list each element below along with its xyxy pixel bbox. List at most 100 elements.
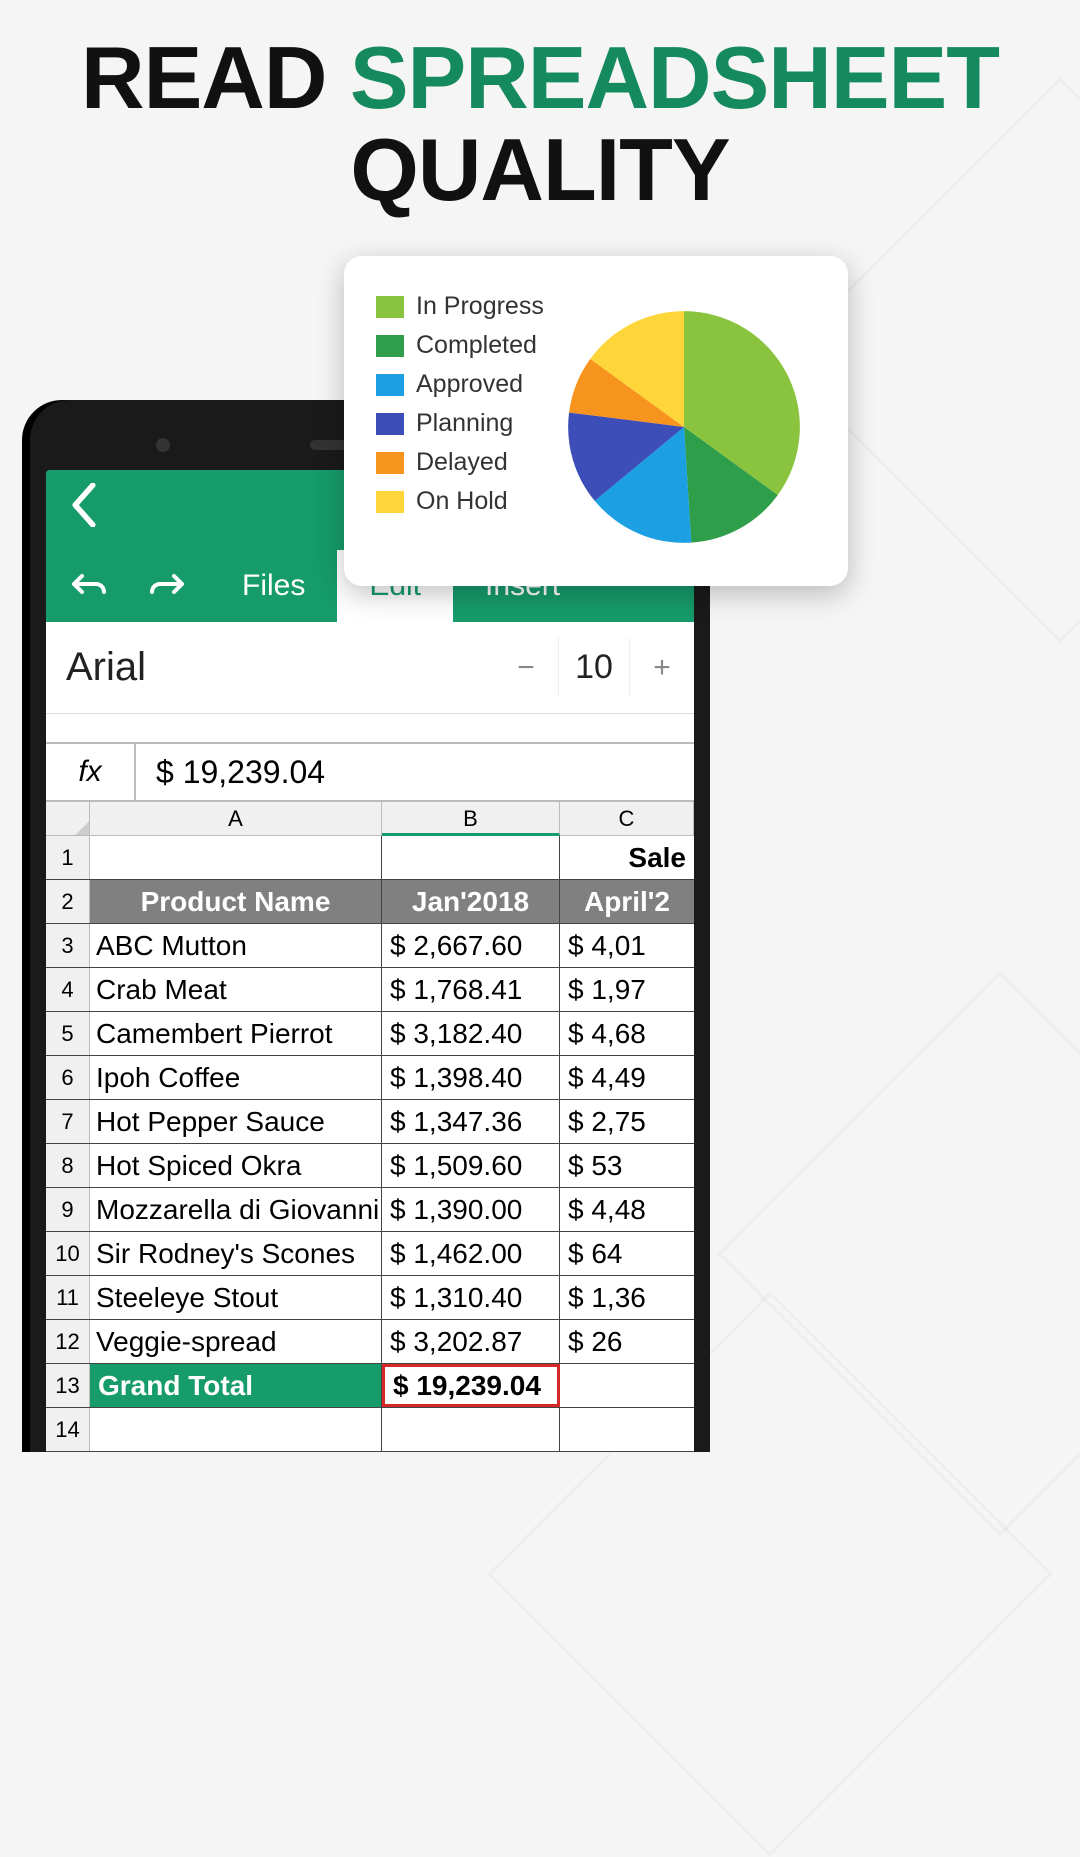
- font-size-decrease-button[interactable]: −: [494, 651, 558, 685]
- legend-label: Planning: [416, 409, 513, 438]
- row-header[interactable]: 12: [46, 1320, 90, 1363]
- row-header[interactable]: 14: [46, 1408, 90, 1451]
- cell[interactable]: Mozzarella di Giovanni: [90, 1188, 382, 1231]
- table-row[interactable]: 12Veggie-spread$ 3,202.87$ 26: [46, 1320, 694, 1364]
- table-row[interactable]: 11Steeleye Stout$ 1,310.40$ 1,36: [46, 1276, 694, 1320]
- legend-swatch-icon: [376, 335, 404, 357]
- cell[interactable]: $ 4,68: [560, 1012, 694, 1055]
- cell[interactable]: $ 2,667.60: [382, 924, 560, 967]
- cell[interactable]: Crab Meat: [90, 968, 382, 1011]
- table-row[interactable]: 14: [46, 1408, 694, 1452]
- formula-input[interactable]: $ 19,239.04: [136, 744, 694, 800]
- legend-label: In Progress: [416, 292, 544, 321]
- row-header[interactable]: 8: [46, 1144, 90, 1187]
- legend-label: Approved: [416, 370, 523, 399]
- table-row[interactable]: 6Ipoh Coffee$ 1,398.40$ 4,49: [46, 1056, 694, 1100]
- col-header-a[interactable]: A: [90, 802, 382, 835]
- font-size-increase-button[interactable]: +: [630, 651, 694, 685]
- row-header[interactable]: 5: [46, 1012, 90, 1055]
- row-header[interactable]: 7: [46, 1100, 90, 1143]
- cell[interactable]: $ 19,239.04: [382, 1364, 560, 1407]
- cell[interactable]: $ 26: [560, 1320, 694, 1363]
- select-all-corner[interactable]: [46, 802, 90, 835]
- legend-label: Completed: [416, 331, 537, 360]
- cell[interactable]: $ 1,347.36: [382, 1100, 560, 1143]
- cell[interactable]: $ 3,182.40: [382, 1012, 560, 1055]
- col-header-b[interactable]: B: [382, 802, 560, 836]
- cell[interactable]: Camembert Pierrot: [90, 1012, 382, 1055]
- cell[interactable]: $ 64: [560, 1232, 694, 1275]
- cell[interactable]: $ 1,97: [560, 968, 694, 1011]
- cell[interactable]: $ 4,48: [560, 1188, 694, 1231]
- cell[interactable]: [560, 1364, 694, 1407]
- cell[interactable]: $ 1,390.00: [382, 1188, 560, 1231]
- cell[interactable]: Veggie-spread: [90, 1320, 382, 1363]
- headline-word3: QUALITY: [350, 120, 729, 219]
- cell[interactable]: $ 1,768.41: [382, 968, 560, 1011]
- font-size-value[interactable]: 10: [558, 638, 630, 697]
- cell[interactable]: $ 1,398.40: [382, 1056, 560, 1099]
- row-header[interactable]: 11: [46, 1276, 90, 1319]
- col-header-c[interactable]: C: [560, 802, 694, 835]
- row-header[interactable]: 3: [46, 924, 90, 967]
- cell[interactable]: $ 53: [560, 1144, 694, 1187]
- legend-swatch-icon: [376, 296, 404, 318]
- cell[interactable]: $ 1,310.40: [382, 1276, 560, 1319]
- cell[interactable]: $ 2,75: [560, 1100, 694, 1143]
- cell[interactable]: April'2: [560, 880, 694, 923]
- legend-item: In Progress: [376, 292, 544, 321]
- cell[interactable]: Sir Rodney's Scones: [90, 1232, 382, 1275]
- row-header[interactable]: 10: [46, 1232, 90, 1275]
- table-row[interactable]: 9Mozzarella di Giovanni$ 1,390.00$ 4,48: [46, 1188, 694, 1232]
- font-name-select[interactable]: Arial: [46, 645, 494, 690]
- cell[interactable]: Ipoh Coffee: [90, 1056, 382, 1099]
- cell[interactable]: ABC Mutton: [90, 924, 382, 967]
- cell[interactable]: Jan'2018: [382, 880, 560, 923]
- cell[interactable]: $ 1,509.60: [382, 1144, 560, 1187]
- row-header[interactable]: 4: [46, 968, 90, 1011]
- row-header[interactable]: 1: [46, 836, 90, 879]
- legend-item: On Hold: [376, 487, 544, 516]
- table-row[interactable]: 8 Hot Spiced Okra$ 1,509.60$ 53: [46, 1144, 694, 1188]
- cell[interactable]: Product Name: [90, 880, 382, 923]
- row-header[interactable]: 2: [46, 880, 90, 923]
- legend-item: Planning: [376, 409, 544, 438]
- cell[interactable]: $ 4,49: [560, 1056, 694, 1099]
- row-header[interactable]: 9: [46, 1188, 90, 1231]
- table-row[interactable]: 10Sir Rodney's Scones$ 1,462.00$ 64: [46, 1232, 694, 1276]
- camera-dot-icon: [156, 438, 170, 452]
- cell[interactable]: $ 3,202.87: [382, 1320, 560, 1363]
- cell[interactable]: Steeleye Stout: [90, 1276, 382, 1319]
- tab-files[interactable]: Files: [210, 550, 337, 622]
- legend-item: Delayed: [376, 448, 544, 477]
- cell[interactable]: [90, 836, 382, 879]
- headline: READ SPREADSHEET QUALITY: [0, 0, 1080, 217]
- row-header[interactable]: 13: [46, 1364, 90, 1407]
- back-icon[interactable]: [70, 483, 98, 537]
- font-toolbar: Arial − 10 +: [46, 622, 694, 714]
- cell[interactable]: $ 1,36: [560, 1276, 694, 1319]
- cell[interactable]: Grand Total: [90, 1364, 382, 1407]
- legend-label: On Hold: [416, 487, 508, 516]
- redo-icon[interactable]: [148, 570, 186, 603]
- table-row[interactable]: 7Hot Pepper Sauce$ 1,347.36$ 2,75: [46, 1100, 694, 1144]
- cell[interactable]: [382, 836, 560, 879]
- spreadsheet-grid[interactable]: A B C 1 Sale 2 Product Name Jan'2018 Apr…: [46, 802, 694, 1452]
- undo-icon[interactable]: [70, 570, 108, 603]
- cell[interactable]: [382, 1408, 560, 1451]
- cell[interactable]: [560, 1408, 694, 1451]
- cell[interactable]: Hot Spiced Okra: [90, 1144, 382, 1187]
- row-header[interactable]: 6: [46, 1056, 90, 1099]
- total-row[interactable]: 13 Grand Total $ 19,239.04: [46, 1364, 694, 1408]
- cell[interactable]: $ 1,462.00: [382, 1232, 560, 1275]
- table-row[interactable]: 4Crab Meat$ 1,768.41$ 1,97: [46, 968, 694, 1012]
- cell[interactable]: [90, 1408, 382, 1451]
- cell[interactable]: Sale: [560, 836, 694, 879]
- table-row[interactable]: 5Camembert Pierrot$ 3,182.40$ 4,68: [46, 1012, 694, 1056]
- table-header-row[interactable]: 2 Product Name Jan'2018 April'2: [46, 880, 694, 924]
- table-row[interactable]: 3ABC Mutton$ 2,667.60$ 4,01: [46, 924, 694, 968]
- table-row[interactable]: 1 Sale: [46, 836, 694, 880]
- cell[interactable]: $ 4,01: [560, 924, 694, 967]
- cell[interactable]: Hot Pepper Sauce: [90, 1100, 382, 1143]
- legend-swatch-icon: [376, 413, 404, 435]
